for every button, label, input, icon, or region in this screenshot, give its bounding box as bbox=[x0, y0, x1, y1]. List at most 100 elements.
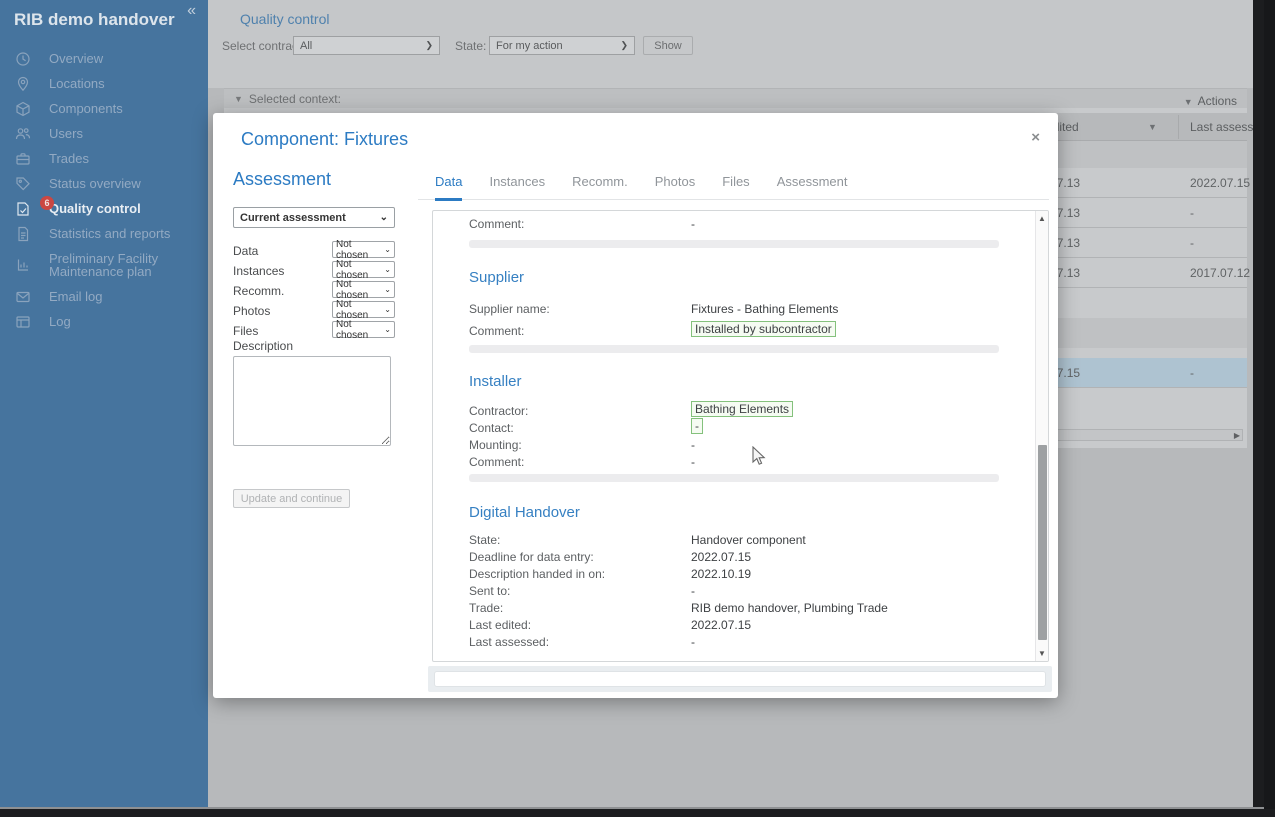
criterion-value: Not chosen bbox=[336, 279, 384, 301]
close-icon[interactable]: × bbox=[1031, 129, 1040, 146]
criterion-value: Not chosen bbox=[336, 299, 384, 321]
tab-data[interactable]: Data bbox=[435, 174, 462, 201]
sidebar-item-overview[interactable]: Overview bbox=[0, 46, 208, 71]
actions-triangle-icon: ▼ bbox=[1184, 97, 1193, 107]
data-row: Comment: Installed by subcontractor bbox=[433, 322, 1035, 339]
cell-last-assessed: - bbox=[1190, 236, 1194, 250]
description-label: Description bbox=[233, 339, 293, 353]
scroll-right-arrow-icon[interactable]: ▶ bbox=[1234, 430, 1240, 441]
field-value: - bbox=[691, 438, 695, 452]
state-label: State: bbox=[455, 39, 486, 53]
criterion-value: Not chosen bbox=[336, 319, 384, 341]
sidebar-item-status-overview[interactable]: Status overview bbox=[0, 171, 208, 196]
field-label: Last edited: bbox=[469, 618, 531, 632]
field-label: Description handed in on: bbox=[469, 567, 605, 581]
sidebar-item-label: Overview bbox=[49, 51, 103, 66]
criterion-label: Instances bbox=[233, 264, 284, 278]
screen: RIB demo handover « Overview Locations C… bbox=[0, 0, 1275, 817]
page-header: Quality control Select contract: All ❯︎ … bbox=[208, 0, 1253, 88]
criterion-row-files: Files Not chosen⌄ bbox=[233, 321, 395, 341]
scroll-up-arrow-icon[interactable]: ▲ bbox=[1036, 214, 1048, 223]
section-heading-installer: Installer bbox=[469, 373, 522, 390]
scrollbar-thumb[interactable] bbox=[1038, 445, 1047, 640]
criterion-value: Not chosen bbox=[336, 239, 384, 261]
list-icon bbox=[15, 314, 31, 330]
tab-recomm[interactable]: Recomm. bbox=[572, 174, 628, 199]
tab-photos[interactable]: Photos bbox=[655, 174, 695, 199]
sidebar-item-label: Email log bbox=[49, 289, 102, 304]
sidebar-item-label: Log bbox=[49, 314, 71, 329]
chevron-down-icon: ⌄ bbox=[384, 305, 391, 314]
field-label: Contractor: bbox=[469, 404, 528, 418]
contract-select[interactable]: All ❯︎ bbox=[293, 36, 440, 55]
sidebar-item-label: Status overview bbox=[49, 176, 141, 191]
cube-icon bbox=[15, 101, 31, 117]
sidebar-item-locations[interactable]: Locations bbox=[0, 71, 208, 96]
section-divider bbox=[469, 240, 999, 248]
field-label: Mounting: bbox=[469, 438, 522, 452]
sidebar-item-statistics-reports[interactable]: Statistics and reports bbox=[0, 221, 208, 246]
state-select[interactable]: For my action ❯︎ bbox=[489, 36, 635, 55]
field-value-highlighted: - bbox=[691, 418, 703, 434]
show-button[interactable]: Show bbox=[643, 36, 693, 55]
chevron-down-icon: ⌄ bbox=[380, 212, 388, 223]
field-label: Comment: bbox=[469, 455, 524, 469]
selected-context-bar[interactable]: ▼ Selected context: bbox=[224, 88, 1247, 108]
criterion-label: Files bbox=[233, 324, 258, 338]
description-textarea[interactable] bbox=[233, 356, 391, 446]
report-document-icon bbox=[15, 226, 31, 242]
vertical-scrollbar[interactable]: ▲ ▼ bbox=[1035, 211, 1048, 661]
criterion-files-select[interactable]: Not chosen⌄ bbox=[332, 321, 395, 338]
chevron-down-icon: ⌄ bbox=[384, 265, 391, 274]
column-divider bbox=[1178, 115, 1179, 139]
assessment-version-select[interactable]: Current assessment ⌄ bbox=[233, 207, 395, 228]
field-value: - bbox=[691, 635, 695, 649]
criterion-photos-select[interactable]: Not chosen⌄ bbox=[332, 301, 395, 318]
field-value: - bbox=[691, 455, 695, 469]
chevron-down-icon: ⌄ bbox=[384, 325, 391, 334]
sidebar-item-label: Components bbox=[49, 101, 123, 116]
quality-control-icon: 6 bbox=[15, 201, 31, 217]
cell-last-assessed: - bbox=[1190, 366, 1194, 380]
section-heading-supplier: Supplier bbox=[469, 269, 524, 286]
sidebar-item-label: Preliminary Facility Maintenance plan bbox=[49, 252, 208, 278]
update-and-continue-button[interactable]: Update and continue bbox=[233, 489, 350, 508]
data-row: Sent to: - bbox=[433, 582, 1035, 599]
tab-assessment[interactable]: Assessment bbox=[777, 174, 848, 199]
field-label: Comment: bbox=[469, 324, 524, 338]
field-value: - bbox=[691, 217, 695, 231]
sidebar-item-log[interactable]: Log bbox=[0, 309, 208, 334]
sidebar-item-components[interactable]: Components bbox=[0, 96, 208, 121]
collapse-triangle-icon: ▼ bbox=[234, 94, 243, 104]
field-label: Deadline for data entry: bbox=[469, 550, 594, 564]
sidebar-item-maintenance-plan[interactable]: Preliminary Facility Maintenance plan bbox=[0, 246, 208, 284]
sidebar-item-trades[interactable]: Trades bbox=[0, 146, 208, 171]
sidebar-item-users[interactable]: Users bbox=[0, 121, 208, 146]
sidebar-item-label: Quality control bbox=[49, 201, 141, 216]
criterion-label: Photos bbox=[233, 304, 270, 318]
data-row: State: Handover component bbox=[433, 531, 1035, 548]
sidebar-item-quality-control[interactable]: 6 Quality control bbox=[0, 196, 208, 221]
selected-context-label: Selected context: bbox=[249, 92, 341, 106]
sidebar: RIB demo handover « Overview Locations C… bbox=[0, 0, 208, 807]
overview-icon bbox=[15, 51, 31, 67]
field-label: Trade: bbox=[469, 601, 503, 615]
sidebar-collapse-icon[interactable]: « bbox=[187, 2, 196, 20]
sidebar-item-email-log[interactable]: Email log bbox=[0, 284, 208, 309]
tab-files[interactable]: Files bbox=[722, 174, 749, 199]
actions-menu[interactable]: ▼Actions bbox=[1184, 94, 1237, 108]
scroll-down-arrow-icon[interactable]: ▼ bbox=[1036, 649, 1048, 658]
mouse-cursor bbox=[752, 446, 767, 472]
field-value: - bbox=[691, 584, 695, 598]
chevron-down-icon: ❯︎ bbox=[620, 40, 628, 51]
field-value: 2022.07.15 bbox=[691, 618, 751, 632]
data-row: Comment: - bbox=[433, 453, 1035, 470]
field-value-highlighted: Bathing Elements bbox=[691, 401, 793, 417]
filter-icon[interactable]: ▼ bbox=[1148, 122, 1157, 132]
tab-instances[interactable]: Instances bbox=[489, 174, 545, 199]
criterion-instances-select[interactable]: Not chosen⌄ bbox=[332, 261, 395, 278]
criterion-label: Data bbox=[233, 244, 258, 258]
criterion-recomm-select[interactable]: Not chosen⌄ bbox=[332, 281, 395, 298]
contract-select-value: All bbox=[300, 40, 312, 52]
criterion-data-select[interactable]: Not chosen⌄ bbox=[332, 241, 395, 258]
